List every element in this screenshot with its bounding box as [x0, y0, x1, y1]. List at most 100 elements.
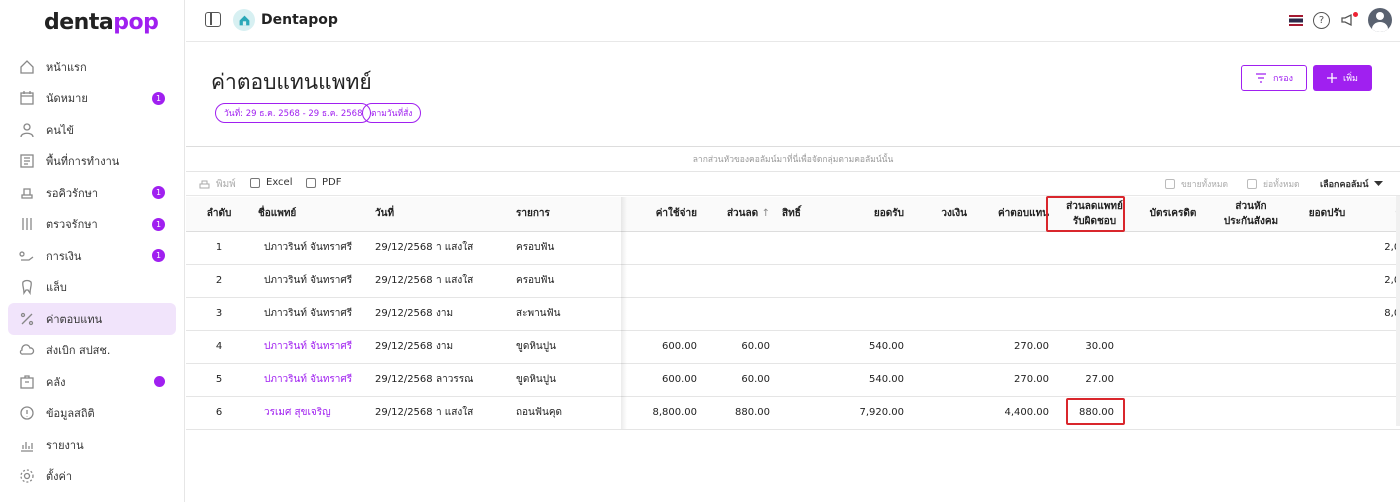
- cell-empty: [1290, 297, 1364, 331]
- col-header-patient[interactable]: [436, 197, 510, 232]
- cell-doctor[interactable]: วรเมศ สุขเจริญ: [252, 396, 369, 430]
- cell-idx: 1: [186, 231, 252, 265]
- sidebar-item-1[interactable]: นัดหมาย 1: [8, 83, 176, 115]
- cell-received: 7,920.00: [833, 396, 910, 430]
- table-row[interactable]: 1 ปภาวรินท์ จันทราศรี 29/12/2568 า แสงใส ครอ…: [186, 231, 1400, 265]
- thai-flag-icon[interactable]: [1289, 14, 1303, 26]
- table-row[interactable]: 3 ปภาวรินท์ จันทราศรี 29/12/2568 งาม สะพานฟั…: [186, 297, 1400, 331]
- sidebar-item-7[interactable]: แล็บ: [8, 272, 176, 304]
- sidebar-item-2[interactable]: คนไข้: [8, 114, 176, 146]
- col-header-credit-card[interactable]: บัตรเครดิต: [1134, 197, 1212, 232]
- col-header-compensation[interactable]: ค่าตอบแทน: [973, 197, 1055, 232]
- highlight-doctor-discount-cell: [1066, 398, 1125, 425]
- date-range-chip[interactable]: วันที่: 29 ธ.ค. 2568 - 29 ธ.ค. 2568: [215, 103, 372, 123]
- col-header-cost[interactable]: ค่าใช้จ่าย: [574, 197, 703, 232]
- table-row[interactable]: 2 ปภาวรินท์ จันทราศรี 29/12/2568 า แสงใส ครอ…: [186, 264, 1400, 298]
- horizontal-scroll-edge[interactable]: [1396, 196, 1400, 426]
- col-header-adjust[interactable]: ยอดปรับ: [1290, 197, 1364, 232]
- cell-compensation: 4,400.00: [973, 396, 1055, 430]
- col-header-ssf[interactable]: ส่วนหัก ประกันสังคม: [1212, 197, 1290, 232]
- cell-empty: [1134, 297, 1212, 331]
- collapse-all-button[interactable]: ย่อทั้งหมด: [1247, 177, 1300, 191]
- sidebar-item-label: หน้าแรก: [46, 60, 87, 74]
- col-header-net[interactable]: ยอดแ: [1364, 197, 1400, 232]
- cell-empty: [776, 297, 833, 331]
- sidebar-item-10[interactable]: คลัง: [8, 366, 176, 398]
- export-excel-button[interactable]: Excel: [250, 177, 293, 188]
- col-header-discount[interactable]: ส่วนลด ↑: [703, 197, 776, 232]
- report-icon: [18, 436, 36, 454]
- sidebar-item-4[interactable]: รอคิวรักษา 1: [8, 177, 176, 209]
- cell-empty: [776, 264, 833, 298]
- col-header-received[interactable]: ยอดรับ: [833, 197, 910, 232]
- cell-item: ขูดหินปูน: [510, 363, 574, 397]
- sidebar-item-12[interactable]: รายงาน: [8, 429, 176, 461]
- filter-button[interactable]: กรอง: [1241, 65, 1307, 91]
- cell-empty: [776, 363, 833, 397]
- add-button-label: เพิ่ม: [1343, 74, 1358, 84]
- cell-net: [1364, 330, 1400, 364]
- sidebar-item-label: นัดหมาย: [46, 92, 88, 106]
- cell-doctor-discount: [1055, 231, 1134, 265]
- cell-item: ครอบฟัน: [510, 231, 574, 265]
- app-logo[interactable]: dentapop: [44, 10, 159, 35]
- pdf-icon: [306, 177, 316, 188]
- cell-empty: [1212, 264, 1290, 298]
- cell-net: [1364, 363, 1400, 397]
- order-type-chip[interactable]: ตามวันที่สั่ง: [362, 103, 422, 123]
- cell-empty: [1134, 363, 1212, 397]
- highlight-doctor-discount-header: [1046, 196, 1125, 232]
- calendar-icon: [18, 89, 36, 107]
- cell-empty: [1212, 363, 1290, 397]
- sidebar-item-9[interactable]: ส่งเบิก สปสช.: [8, 335, 176, 367]
- help-icon[interactable]: ?: [1313, 11, 1330, 29]
- col-header-doctor[interactable]: ชื่อแพทย์: [252, 197, 369, 232]
- choose-columns-label: เลือกคอลัมน์: [1320, 180, 1369, 190]
- table-row[interactable]: 6 วรเมศ สุขเจริญ 29/12/2568 า แสงใส ถอนฟันคุ…: [186, 396, 1400, 430]
- table-row[interactable]: 5 ปภาวรินท์ จันทราศรี 29/12/2568 ลาวรรณ ขูดห…: [186, 363, 1400, 397]
- cell-empty: [910, 363, 973, 397]
- cell-discount: [703, 297, 776, 331]
- cell-empty: [1134, 330, 1212, 364]
- sidebar-item-11[interactable]: ข้อมูลสถิติ: [8, 398, 176, 430]
- notification-dot: [154, 376, 165, 388]
- export-pdf-button[interactable]: PDF: [306, 177, 341, 188]
- announcement-icon[interactable]: [1340, 12, 1358, 28]
- cell-discount: 60.00: [703, 330, 776, 364]
- cell-date: 29/12/2568: [369, 231, 436, 265]
- col-header-rights[interactable]: สิทธิ์: [776, 197, 833, 232]
- sidebar-item-0[interactable]: หน้าแรก: [8, 51, 176, 83]
- col-header-date[interactable]: วันที่: [369, 197, 436, 232]
- user-avatar[interactable]: [1368, 8, 1392, 32]
- col-header-item[interactable]: รายการ: [510, 197, 574, 232]
- choose-columns-button[interactable]: เลือกคอลัมน์: [1320, 177, 1384, 191]
- add-button[interactable]: เพิ่ม: [1313, 65, 1372, 91]
- col-header-index[interactable]: ลำดับ: [186, 197, 252, 232]
- cell-item: สะพานฟัน: [510, 297, 574, 331]
- user-icon: [18, 121, 36, 139]
- table-row[interactable]: 4 ปภาวรินท์ จันทราศรี 29/12/2568 งาม ขูดหินป…: [186, 330, 1400, 364]
- sidebar-item-5[interactable]: ตรวจรักษา 1: [8, 209, 176, 241]
- cell-empty: [1290, 396, 1364, 430]
- cell-doctor[interactable]: ปภาวรินท์ จันทราศรี: [252, 363, 369, 397]
- sidebar-toggle-icon[interactable]: [205, 12, 221, 27]
- cell-discount: 880.00: [703, 396, 776, 430]
- cell-empty: [910, 264, 973, 298]
- sidebar-item-3[interactable]: พื้นที่การทำงาน: [8, 146, 176, 178]
- expand-icon: [1165, 179, 1175, 189]
- print-button[interactable]: พิมพ์: [199, 177, 236, 192]
- sidebar-item-13[interactable]: ตั้งค่า: [8, 461, 176, 493]
- cell-item: ขูดหินปูน: [510, 330, 574, 364]
- col-header-credit[interactable]: วงเงิน: [910, 197, 973, 232]
- group-panel-hint[interactable]: ลากส่วนหัวของคอลัมน์มาที่นี่เพื่อจัดกลุ่…: [186, 147, 1400, 172]
- collapse-all-label: ย่อทั้งหมด: [1263, 180, 1300, 190]
- sidebar-item-6[interactable]: การเงิน 1: [8, 240, 176, 272]
- cell-date: 29/12/2568: [369, 264, 436, 298]
- cell-cost: [574, 231, 703, 265]
- table-header-row: ลำดับ ชื่อแพทย์ วันที่ รายการ ค่าใช้จ่าย…: [186, 197, 1400, 232]
- cell-doctor[interactable]: ปภาวรินท์ จันทราศรี: [252, 330, 369, 364]
- expand-all-button[interactable]: ขยายทั้งหมด: [1165, 177, 1228, 191]
- sidebar-item-8[interactable]: ค่าตอบแทน: [8, 303, 176, 335]
- cell-compensation: [973, 297, 1055, 331]
- inventory-icon: [18, 373, 36, 391]
